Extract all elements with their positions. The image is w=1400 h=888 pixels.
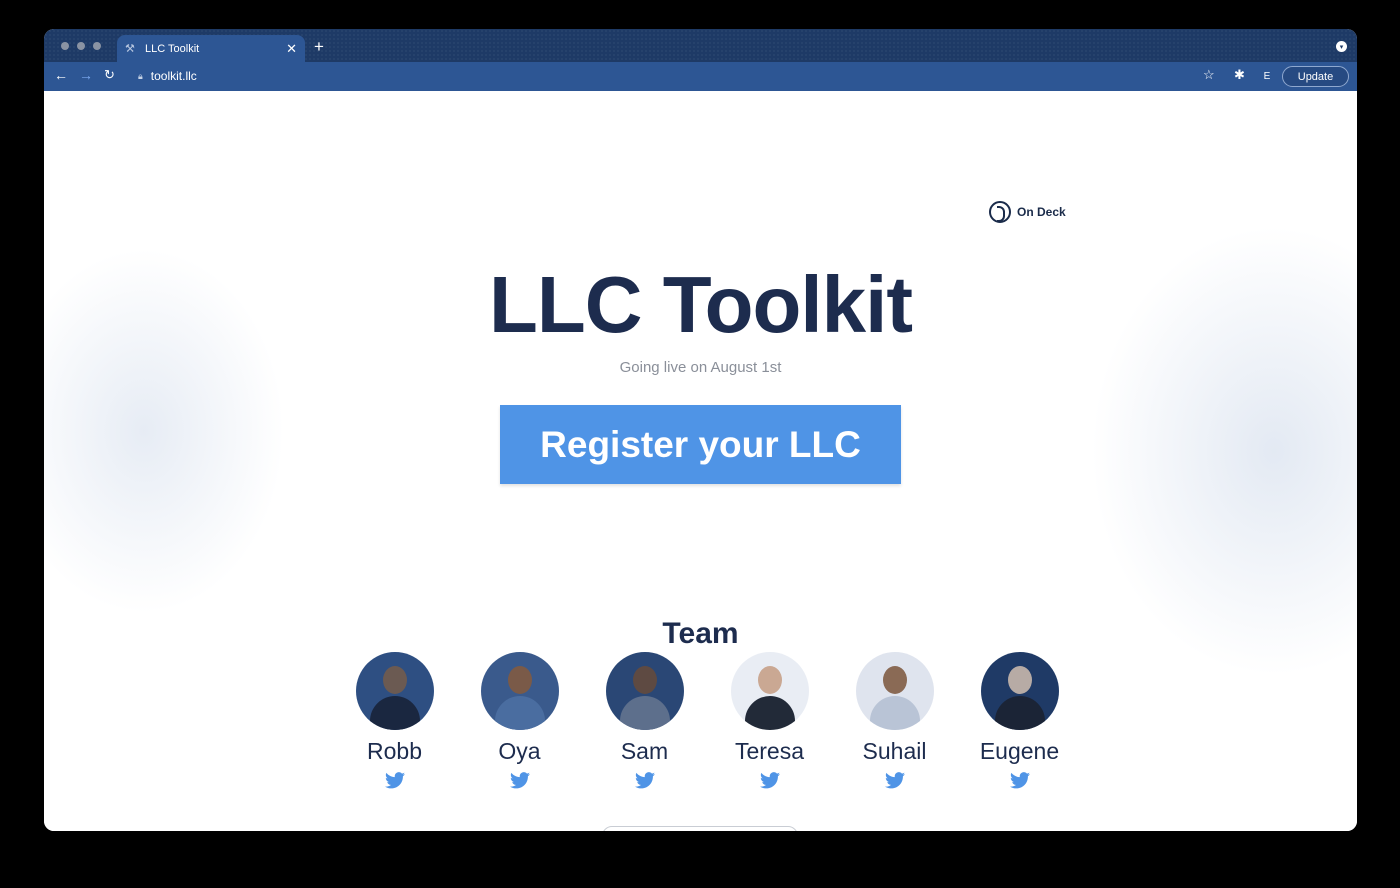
avatar <box>980 652 1059 730</box>
launch-subtitle: Going live on August 1st <box>619 359 782 376</box>
url-text: toolkit.llc <box>150 69 197 83</box>
member-name: Eugene <box>979 738 1060 764</box>
hammer-icon: ⚒ <box>125 43 135 55</box>
team-member-eugene: Eugene <box>957 652 1082 789</box>
bookmark-star-icon[interactable]: ☆ <box>1203 67 1215 83</box>
avatar <box>480 652 559 730</box>
twitter-icon[interactable] <box>634 772 655 789</box>
footer-button[interactable] <box>602 826 798 831</box>
team-member-sam: Sam <box>582 652 707 789</box>
new-tab-button[interactable]: + <box>314 37 324 57</box>
page-content: On Deck LLC Toolkit Going live on August… <box>44 91 1357 831</box>
tab-title: LLC Toolkit <box>145 42 200 55</box>
member-name: Robb <box>367 738 422 764</box>
tab-bar: ⚒ LLC Toolkit ✕ + ▾ <box>44 29 1357 62</box>
tab-llc-toolkit[interactable]: ⚒ LLC Toolkit ✕ <box>117 35 305 62</box>
twitter-icon[interactable] <box>884 772 905 789</box>
avatar <box>355 652 434 730</box>
lock-icon: 🔒︎ <box>138 70 143 81</box>
browser-window: ⚒ LLC Toolkit ✕ + ▾ ← → ↻ 🔒︎ toolkit.llc… <box>44 29 1357 831</box>
chevron-down-icon[interactable]: ▾ <box>1336 41 1347 52</box>
avatar <box>730 652 809 730</box>
update-button[interactable]: Update <box>1282 66 1349 87</box>
team-member-robb: Robb <box>332 652 457 789</box>
extensions-puzzle-icon[interactable]: ✱ <box>1234 67 1245 83</box>
profile-avatar[interactable]: E <box>1257 66 1277 86</box>
twitter-icon[interactable] <box>759 772 780 789</box>
reload-icon[interactable]: ↻ <box>104 67 115 83</box>
on-deck-logo-icon <box>989 201 1011 223</box>
on-deck-label: On Deck <box>1017 205 1066 219</box>
close-window-button[interactable] <box>61 42 69 50</box>
member-name: Suhail <box>862 738 927 764</box>
minimize-window-button[interactable] <box>77 42 85 50</box>
team-member-teresa: Teresa <box>707 652 832 789</box>
browser-toolbar: ← → ↻ 🔒︎ toolkit.llc ☆ ✱ E Update <box>44 62 1357 91</box>
close-icon[interactable]: ✕ <box>286 41 297 57</box>
address-bar[interactable]: 🔒︎ toolkit.llc <box>130 65 1210 87</box>
register-llc-button[interactable]: Register your LLC <box>500 405 901 484</box>
forward-arrow-icon[interactable]: → <box>79 67 93 83</box>
avatar <box>605 652 684 730</box>
maximize-window-button[interactable] <box>93 42 101 50</box>
page-title: LLC Toolkit <box>489 260 913 349</box>
team-list: Robb Oya Sam Teresa Suhail Eugene <box>332 652 1082 789</box>
twitter-icon[interactable] <box>384 772 405 789</box>
back-arrow-icon[interactable]: ← <box>54 67 68 83</box>
member-name: Teresa <box>734 738 805 764</box>
team-member-suhail: Suhail <box>832 652 957 789</box>
team-heading: Team <box>662 617 739 650</box>
twitter-icon[interactable] <box>1009 772 1030 789</box>
member-name: Sam <box>620 738 669 764</box>
team-member-oya: Oya <box>457 652 582 789</box>
twitter-icon[interactable] <box>509 772 530 789</box>
member-name: Oya <box>498 738 541 764</box>
on-deck-link[interactable]: On Deck <box>989 201 1066 223</box>
avatar <box>855 652 934 730</box>
